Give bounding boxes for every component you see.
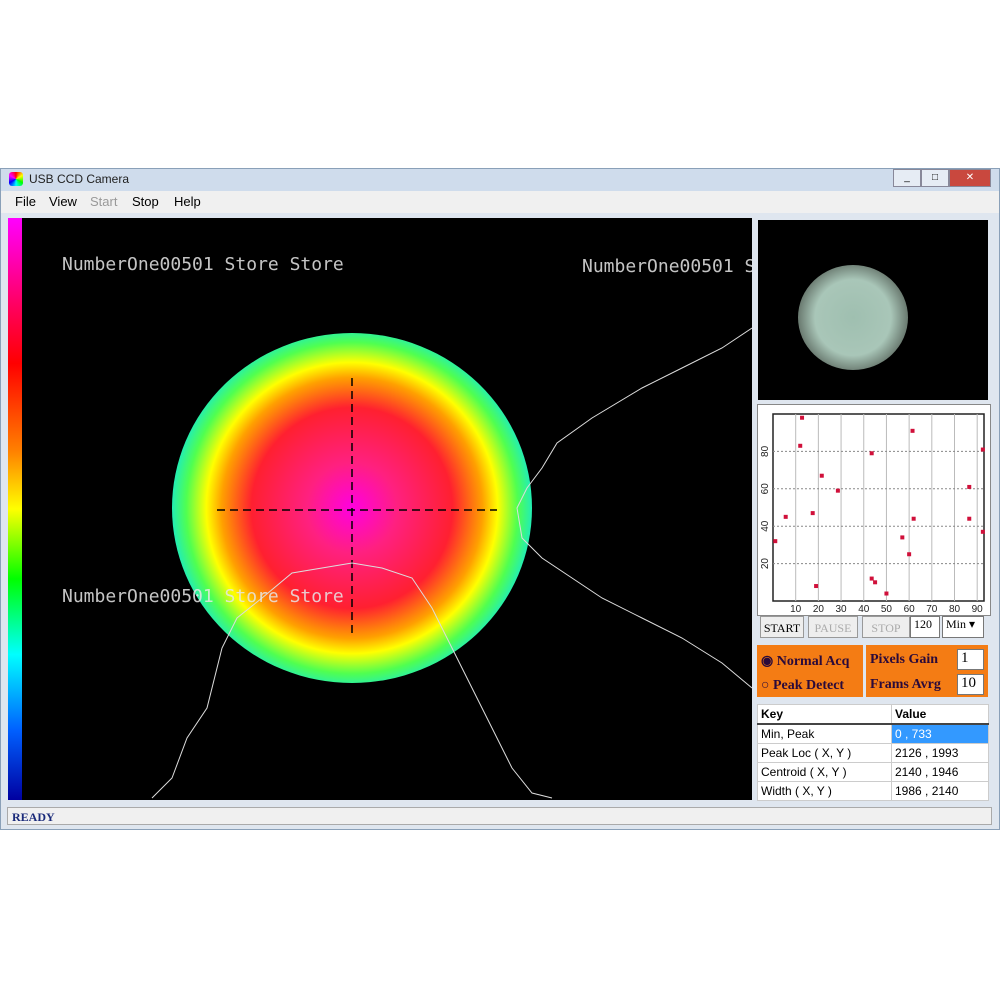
data-point — [967, 484, 972, 489]
data-point — [911, 516, 916, 521]
stop-button[interactable]: STOP — [862, 616, 910, 638]
x-tick-label: 20 — [813, 604, 825, 615]
color-scale-bar — [8, 218, 22, 800]
data-point — [910, 428, 915, 433]
pixels-gain-input[interactable]: 1 — [957, 649, 984, 670]
table-row[interactable]: Peak Loc ( X, Y ) 2126 , 1993 — [757, 743, 989, 763]
normal-acq-radio[interactable]: ◉ Normal Acq — [761, 653, 849, 670]
data-point — [873, 580, 878, 585]
table-row[interactable]: Width ( X, Y ) 1986 , 2140 — [757, 781, 989, 801]
data-point — [869, 451, 874, 456]
y-tick-label: 80 — [760, 445, 771, 457]
watermark: NumberOne00501 Store Store — [62, 254, 344, 275]
beam-image-view[interactable]: NumberOne00501 Store Store NumberOne0050… — [22, 218, 752, 800]
y-tick-label: 40 — [760, 520, 771, 532]
plot-frame — [772, 413, 985, 602]
data-point — [810, 511, 815, 516]
data-point — [783, 514, 788, 519]
data-point — [967, 516, 972, 521]
data-point — [900, 535, 905, 540]
frames-avg-label: Frams Avrg — [870, 677, 941, 692]
data-point — [884, 591, 889, 596]
title-bar: USB CCD Camera _ □ ✕ — [1, 169, 999, 191]
watermark: NumberOne00501 Store Store — [62, 586, 344, 607]
x-tick-label: 50 — [881, 604, 893, 615]
peak-detect-label: Peak Detect — [772, 678, 845, 693]
y-profile-line — [516, 327, 752, 689]
peak-detect-radio[interactable]: ○ Peak Detect — [761, 678, 844, 694]
cell-value: 2126 , 1993 — [891, 743, 989, 763]
data-point — [819, 473, 824, 478]
cell-key: Min, Peak — [757, 723, 892, 744]
profile-overlay — [151, 327, 752, 799]
watermark: NumberOne00501 Store Store — [582, 256, 752, 277]
normal-acq-label: Normal Acq — [776, 654, 850, 669]
pixels-gain-label: Pixels Gain — [870, 652, 939, 667]
x-tick-label: 40 — [858, 604, 870, 615]
data-point — [800, 415, 805, 420]
y-tick-label: 20 — [760, 558, 771, 570]
settings-panel: Pixels Gain 1 Frams Avrg 10 — [866, 645, 988, 697]
interval-input[interactable]: 120 — [910, 616, 940, 638]
menu-file[interactable]: File — [15, 194, 36, 209]
status-bar: READY — [7, 807, 992, 825]
cell-value: 1986 , 2140 — [891, 781, 989, 801]
x-tick-label: 30 — [836, 604, 848, 615]
x-tick-label: 60 — [904, 604, 916, 615]
unit-value: Min — [946, 617, 967, 631]
data-point — [773, 539, 778, 544]
scatter-plot: 10 20 30 40 50 60 70 80 90 20 40 60 80 — [757, 404, 991, 616]
data-point — [835, 488, 840, 493]
data-point — [869, 576, 874, 581]
x-tick-label: 70 — [926, 604, 938, 615]
menu-bar: File View Start Stop Help — [1, 191, 999, 213]
mode-panel: ◉ Normal Acq ○ Peak Detect — [757, 645, 863, 697]
cell-value: 2140 , 1946 — [891, 762, 989, 782]
data-point — [980, 529, 985, 534]
menu-view[interactable]: View — [49, 194, 77, 209]
col-value: Value — [891, 704, 989, 725]
menu-start[interactable]: Start — [90, 194, 117, 209]
table-row[interactable]: Min, Peak 0 , 733 — [757, 723, 989, 744]
data-point — [814, 584, 819, 589]
unit-select[interactable]: Min ▾ — [942, 616, 984, 638]
start-button[interactable]: START — [760, 616, 804, 638]
data-point — [798, 443, 803, 448]
close-button[interactable]: ✕ — [949, 169, 991, 187]
cell-value: 0 , 733 — [891, 723, 989, 744]
x-tick-label: 90 — [972, 604, 984, 615]
data-point — [980, 447, 985, 452]
maximize-button[interactable]: □ — [921, 169, 949, 187]
app-icon — [9, 172, 23, 186]
minimize-button[interactable]: _ — [893, 169, 921, 187]
cell-key: Peak Loc ( X, Y ) — [757, 743, 892, 763]
y-tick-label: 60 — [760, 483, 771, 495]
cell-key: Centroid ( X, Y ) — [757, 762, 892, 782]
menu-help[interactable]: Help — [174, 194, 201, 209]
data-point — [907, 552, 912, 557]
pause-button[interactable]: PAUSE — [808, 616, 858, 638]
camera-thumbnail — [758, 220, 988, 400]
menu-stop[interactable]: Stop — [132, 194, 159, 209]
x-tick-label: 10 — [790, 604, 802, 615]
x-tick-label: 80 — [949, 604, 961, 615]
window-title: USB CCD Camera — [29, 172, 130, 186]
measurement-table: Key Value Min, Peak 0 , 733 Peak Loc ( X, … — [757, 704, 989, 801]
beam-spot — [798, 265, 908, 370]
frames-avg-input[interactable]: 10 — [957, 674, 984, 695]
chevron-down-icon: ▾ — [969, 617, 976, 631]
cell-key: Width ( X, Y ) — [757, 781, 892, 801]
col-key: Key — [757, 704, 892, 725]
table-row[interactable]: Centroid ( X, Y ) 2140 , 1946 — [757, 762, 989, 782]
